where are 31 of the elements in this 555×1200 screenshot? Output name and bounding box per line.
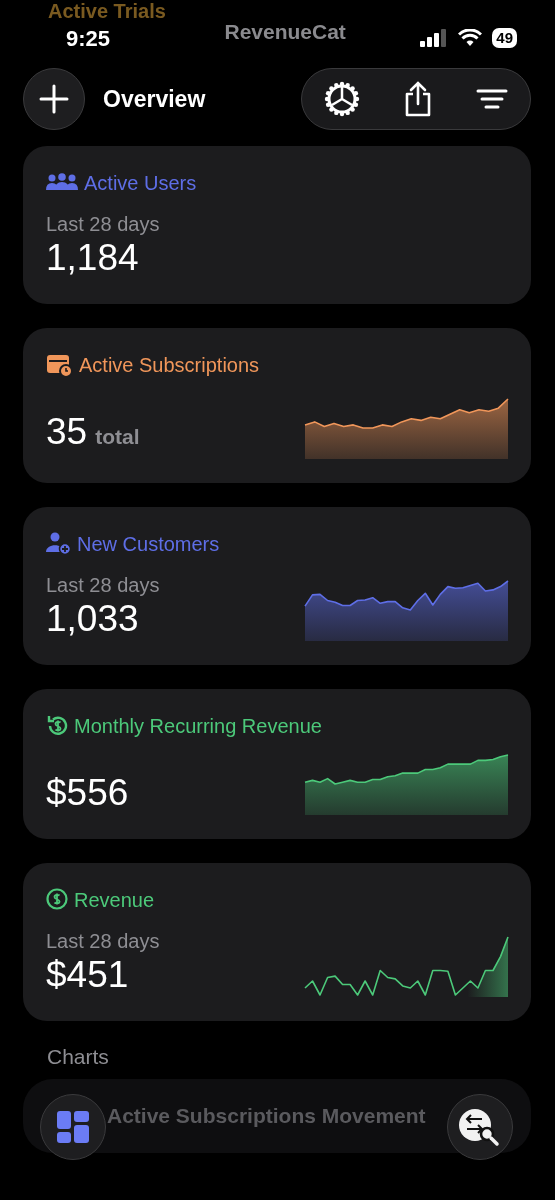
card-caption: Last 28 days bbox=[46, 929, 160, 953]
metric-card[interactable]: Monthly Recurring Revenue $556 bbox=[23, 689, 531, 839]
metric-value: 35 bbox=[46, 411, 88, 452]
chart-row-title: Active Subscriptions Movement bbox=[107, 1103, 426, 1130]
metric-card[interactable]: New Customers Last 28 days 1,033 bbox=[23, 507, 531, 665]
section-title: Charts bbox=[47, 1045, 110, 1069]
metric-card[interactable]: Revenue Last 28 days $451 bbox=[23, 863, 531, 1021]
metric-value: 1,033 bbox=[46, 597, 140, 641]
status-time: 9:25 bbox=[66, 24, 111, 53]
metric-card[interactable]: Active Users Last 28 days 1,184 bbox=[23, 146, 531, 304]
card-caption: Last 28 days bbox=[46, 573, 160, 597]
compare-search-icon bbox=[458, 1107, 502, 1147]
card-title: Revenue bbox=[74, 888, 155, 913]
signal-icon bbox=[420, 29, 449, 47]
unit-label: total bbox=[95, 425, 140, 448]
battery-indicator: 49 bbox=[492, 28, 517, 48]
app-logo: RevenueCat bbox=[224, 19, 346, 46]
card-title: Active Subscriptions bbox=[79, 353, 260, 378]
dashboard-icon bbox=[57, 1111, 89, 1143]
metric-value: $556 bbox=[46, 771, 129, 815]
metric-value: 1,184 bbox=[46, 236, 140, 280]
card-title: Active Trials bbox=[48, 0, 166, 24]
card-caption: Last 28 days bbox=[46, 212, 160, 236]
metric-card[interactable]: Active Subscriptions 35 total bbox=[23, 328, 531, 483]
metric-value: $451 bbox=[46, 953, 130, 997]
wifi-icon bbox=[458, 29, 483, 47]
card-title: Active Users bbox=[84, 171, 197, 196]
plus-icon bbox=[39, 84, 69, 114]
card-title: Monthly Recurring Revenue bbox=[74, 714, 322, 739]
page-title: Overview bbox=[103, 84, 206, 114]
card-title: New Customers bbox=[77, 532, 220, 557]
